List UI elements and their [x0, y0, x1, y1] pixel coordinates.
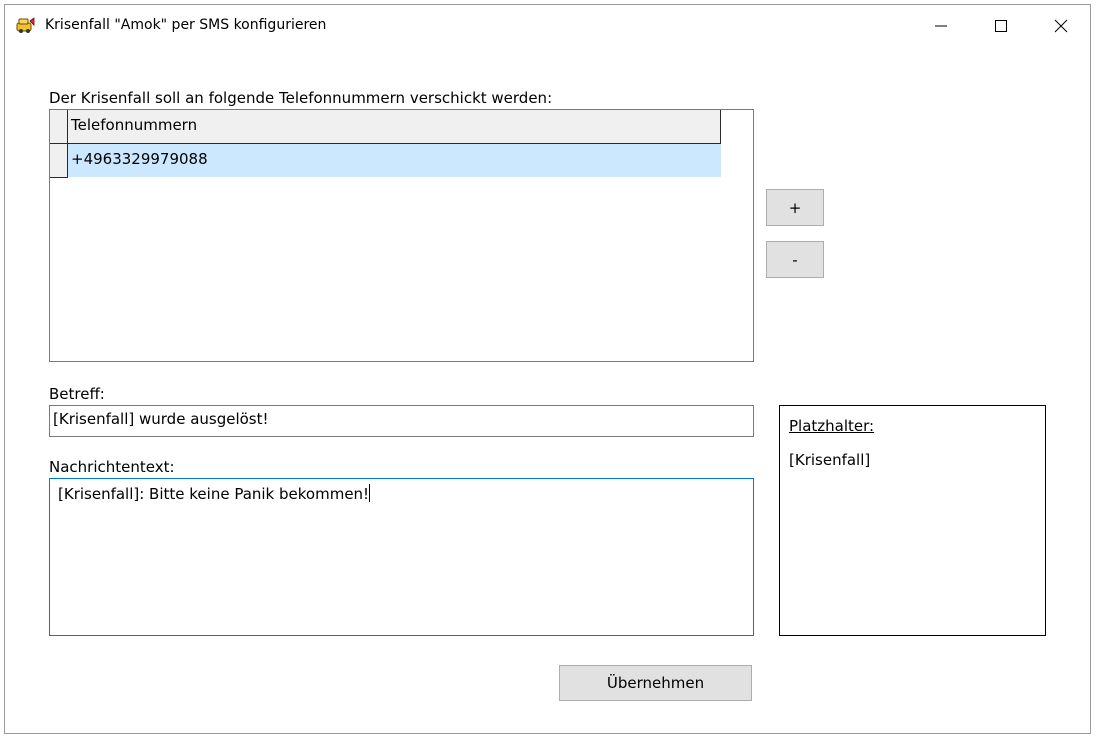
subject-input[interactable]: [Krisenfall] wurde ausgelöst!: [49, 405, 754, 437]
minimize-button[interactable]: [911, 5, 971, 47]
table-row[interactable]: +4963329979088: [68, 144, 721, 178]
subject-label: Betreff:: [49, 385, 105, 403]
grid-column-header[interactable]: Telefonnummern: [68, 110, 721, 144]
maximize-icon: [995, 20, 1007, 32]
add-number-button[interactable]: +: [766, 189, 824, 226]
dialog-window: Krisenfall "Amok" per SMS konfigurieren …: [4, 4, 1091, 734]
minimize-icon: [935, 25, 947, 27]
placeholder-panel: Platzhalter: [Krisenfall]: [779, 405, 1046, 636]
message-label: Nachrichtentext:: [49, 458, 175, 476]
recipients-label: Der Krisenfall soll an folgende Telefonn…: [49, 89, 553, 107]
close-button[interactable]: [1031, 5, 1091, 47]
remove-number-button[interactable]: -: [766, 241, 824, 278]
window-title: Krisenfall "Amok" per SMS konfigurieren: [45, 17, 327, 33]
maximize-button[interactable]: [971, 5, 1031, 47]
placeholder-title: Platzhalter:: [789, 417, 875, 435]
close-icon: [1054, 19, 1068, 33]
message-textarea[interactable]: [Krisenfall]: Bitte keine Panik bekommen…: [49, 478, 754, 636]
placeholder-item[interactable]: [Krisenfall]: [789, 451, 870, 469]
grid-corner-header: [50, 110, 68, 144]
grid-row-header[interactable]: [50, 144, 68, 178]
phone-number-grid[interactable]: Telefonnummern +4963329979088: [49, 109, 754, 362]
text-caret: [369, 484, 371, 502]
message-text: [Krisenfall]: Bitte keine Panik bekommen…: [58, 485, 370, 503]
app-icon: [16, 16, 36, 34]
apply-button[interactable]: Übernehmen: [559, 665, 752, 701]
title-bar: Krisenfall "Amok" per SMS konfigurieren: [5, 5, 1090, 47]
